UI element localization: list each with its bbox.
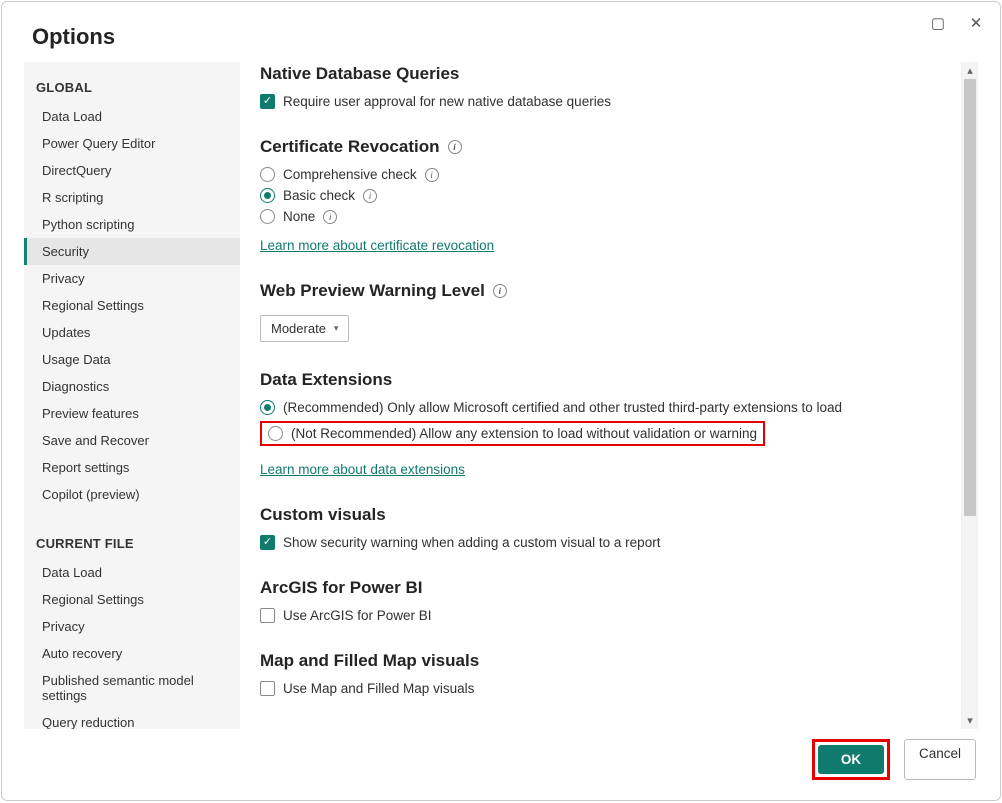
nav-report-settings-global[interactable]: Report settings xyxy=(24,454,240,481)
dialog-title: Options xyxy=(32,24,115,50)
row-custom-visual-warning[interactable]: Show security warning when adding a cust… xyxy=(260,535,951,550)
checkbox-custom-visual[interactable] xyxy=(260,535,275,550)
maximize-icon[interactable]: ▢ xyxy=(928,14,948,32)
nav-r-scripting[interactable]: R scripting xyxy=(24,184,240,211)
section-title-native-db: Native Database Queries xyxy=(260,64,951,84)
row-cert-comprehensive[interactable]: Comprehensive check xyxy=(260,167,951,182)
close-icon[interactable]: ✕ xyxy=(966,14,986,32)
dropdown-web-preview[interactable]: Moderate ▾ xyxy=(260,315,349,342)
highlight-not-recommended: (Not Recommended) Allow any extension to… xyxy=(260,421,765,446)
row-arcgis[interactable]: Use ArcGIS for Power BI xyxy=(260,608,951,623)
nav-python-scripting[interactable]: Python scripting xyxy=(24,211,240,238)
scroll-thumb[interactable] xyxy=(964,79,976,516)
nav-cf-regional-settings[interactable]: Regional Settings xyxy=(24,586,240,613)
window-controls: ▢ ✕ xyxy=(928,14,986,32)
info-icon[interactable] xyxy=(425,168,439,182)
label-data-ext-not-recommended: (Not Recommended) Allow any extension to… xyxy=(291,426,757,441)
nav-cf-privacy[interactable]: Privacy xyxy=(24,613,240,640)
row-maps[interactable]: Use Map and Filled Map visuals xyxy=(260,681,951,696)
label-maps: Use Map and Filled Map visuals xyxy=(283,681,474,696)
cancel-button[interactable]: Cancel xyxy=(904,739,976,780)
nav-cf-published-semantic[interactable]: Published semantic model settings xyxy=(24,667,240,709)
web-preview-title-text: Web Preview Warning Level xyxy=(260,281,485,301)
radio-none[interactable] xyxy=(260,209,275,224)
sidebar-heading-global: GLOBAL xyxy=(24,76,240,103)
info-icon[interactable] xyxy=(323,210,337,224)
highlight-ok: OK xyxy=(812,739,890,780)
scroll-track[interactable] xyxy=(962,79,978,712)
cert-title-text: Certificate Revocation xyxy=(260,137,440,157)
chevron-down-icon: ▾ xyxy=(334,323,339,334)
section-title-arcgis: ArcGIS for Power BI xyxy=(260,578,951,598)
content-panel: Native Database Queries Require user app… xyxy=(260,62,961,729)
row-native-db-approval[interactable]: Require user approval for new native dat… xyxy=(260,94,951,109)
radio-data-ext-not-recommended[interactable] xyxy=(268,426,283,441)
section-title-custom-visuals: Custom visuals xyxy=(260,505,951,525)
row-cert-basic[interactable]: Basic check xyxy=(260,188,951,203)
section-title-data-ext: Data Extensions xyxy=(260,370,951,390)
ok-button[interactable]: OK xyxy=(818,745,884,774)
label-basic: Basic check xyxy=(283,188,355,203)
checkbox-native-db[interactable] xyxy=(260,94,275,109)
nav-updates[interactable]: Updates xyxy=(24,319,240,346)
label-data-ext-recommended: (Recommended) Only allow Microsoft certi… xyxy=(283,400,842,415)
radio-basic[interactable] xyxy=(260,188,275,203)
nav-cf-query-reduction[interactable]: Query reduction xyxy=(24,709,240,729)
nav-regional-settings[interactable]: Regional Settings xyxy=(24,292,240,319)
sidebar: GLOBAL Data Load Power Query Editor Dire… xyxy=(24,62,240,729)
section-data-extensions: Data Extensions (Recommended) Only allow… xyxy=(260,370,951,477)
section-arcgis: ArcGIS for Power BI Use ArcGIS for Power… xyxy=(260,578,951,623)
label-comprehensive: Comprehensive check xyxy=(283,167,417,182)
checkbox-maps[interactable] xyxy=(260,681,275,696)
link-data-ext-learn-more[interactable]: Learn more about data extensions xyxy=(260,462,465,477)
nav-cf-auto-recovery[interactable]: Auto recovery xyxy=(24,640,240,667)
scroll-down-icon[interactable]: ▾ xyxy=(962,712,978,729)
info-icon[interactable] xyxy=(363,189,377,203)
row-data-ext-not-recommended[interactable]: (Not Recommended) Allow any extension to… xyxy=(260,421,951,446)
section-cert-revocation: Certificate Revocation Comprehensive che… xyxy=(260,137,951,253)
section-web-preview: Web Preview Warning Level Moderate ▾ xyxy=(260,281,951,342)
radio-comprehensive[interactable] xyxy=(260,167,275,182)
row-data-ext-recommended[interactable]: (Recommended) Only allow Microsoft certi… xyxy=(260,400,951,415)
sidebar-heading-current-file: CURRENT FILE xyxy=(24,532,240,559)
radio-data-ext-recommended[interactable] xyxy=(260,400,275,415)
dialog-body: GLOBAL Data Load Power Query Editor Dire… xyxy=(2,50,1000,739)
nav-save-recover[interactable]: Save and Recover xyxy=(24,427,240,454)
options-dialog: Options ▢ ✕ GLOBAL Data Load Power Query… xyxy=(1,1,1001,801)
nav-power-query-editor[interactable]: Power Query Editor xyxy=(24,130,240,157)
section-title-cert: Certificate Revocation xyxy=(260,137,951,157)
checkbox-arcgis[interactable] xyxy=(260,608,275,623)
section-title-maps: Map and Filled Map visuals xyxy=(260,651,951,671)
scroll-up-icon[interactable]: ▴ xyxy=(962,62,978,79)
section-title-web-preview: Web Preview Warning Level xyxy=(260,281,951,301)
dropdown-value: Moderate xyxy=(271,321,326,336)
dialog-footer: OK Cancel xyxy=(2,739,1000,800)
nav-privacy[interactable]: Privacy xyxy=(24,265,240,292)
label-native-db: Require user approval for new native dat… xyxy=(283,94,611,109)
nav-directquery[interactable]: DirectQuery xyxy=(24,157,240,184)
nav-copilot-preview[interactable]: Copilot (preview) xyxy=(24,481,240,508)
label-arcgis: Use ArcGIS for Power BI xyxy=(283,608,432,623)
section-custom-visuals: Custom visuals Show security warning whe… xyxy=(260,505,951,550)
info-icon[interactable] xyxy=(493,284,507,298)
label-custom-visual: Show security warning when adding a cust… xyxy=(283,535,660,550)
nav-cf-data-load[interactable]: Data Load xyxy=(24,559,240,586)
row-cert-none[interactable]: None xyxy=(260,209,951,224)
titlebar: Options ▢ ✕ xyxy=(2,2,1000,50)
nav-data-load[interactable]: Data Load xyxy=(24,103,240,130)
nav-diagnostics[interactable]: Diagnostics xyxy=(24,373,240,400)
section-native-db: Native Database Queries Require user app… xyxy=(260,64,951,109)
nav-preview-features[interactable]: Preview features xyxy=(24,400,240,427)
label-none: None xyxy=(283,209,315,224)
content-wrap: Native Database Queries Require user app… xyxy=(260,62,978,729)
info-icon[interactable] xyxy=(448,140,462,154)
nav-security[interactable]: Security xyxy=(24,238,240,265)
section-maps: Map and Filled Map visuals Use Map and F… xyxy=(260,651,951,696)
nav-usage-data[interactable]: Usage Data xyxy=(24,346,240,373)
scrollbar[interactable]: ▴ ▾ xyxy=(961,62,978,729)
link-cert-learn-more[interactable]: Learn more about certificate revocation xyxy=(260,238,494,253)
